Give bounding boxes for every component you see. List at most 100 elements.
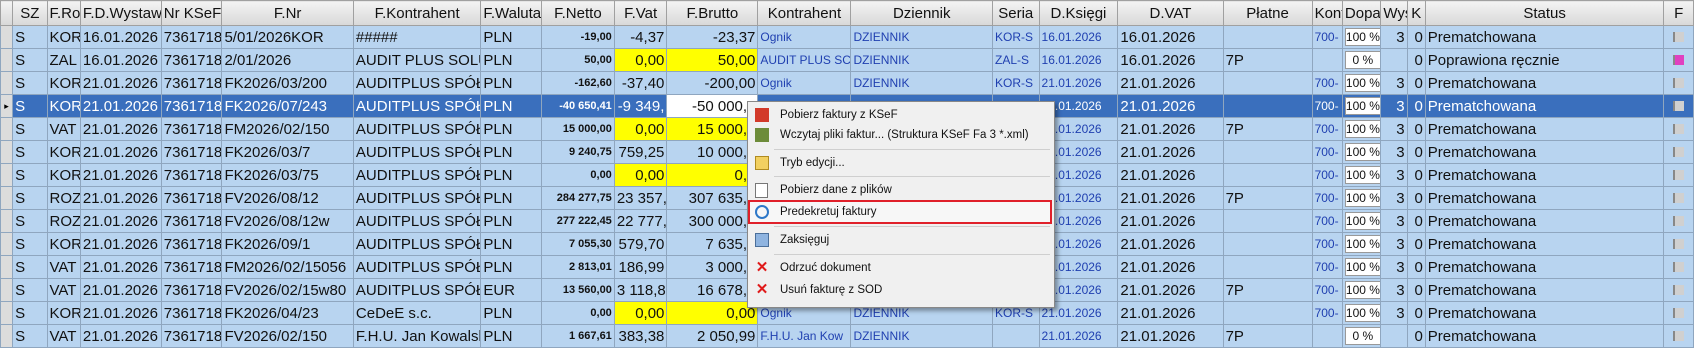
cell-vat-date: 21.01.2026 <box>1117 209 1224 233</box>
menu-item-predecree[interactable]: Predekretuj faktury <box>748 200 1052 224</box>
column-header[interactable]: D.VAT <box>1117 0 1224 26</box>
column-header[interactable]: Kontrahent <box>757 0 852 26</box>
cell-contractor: F.H.U. Jan Kowalsk <box>352 324 482 348</box>
match-pct-field[interactable]: 100 % <box>1344 281 1380 299</box>
cell-ksef-no: 73617185 <box>160 232 223 256</box>
column-header[interactable]: Płatne <box>1222 0 1313 26</box>
column-header[interactable]: F.Vat <box>613 0 668 26</box>
menu-item-fetch-files[interactable]: Pobierz dane z plików <box>750 180 1050 200</box>
column-header[interactable]: F.Rod <box>46 0 81 26</box>
cell-net: -19,00 <box>541 25 615 49</box>
column-header[interactable]: Kont <box>1311 0 1343 26</box>
flag-icon[interactable] <box>1673 54 1685 65</box>
column-header[interactable] <box>0 0 14 26</box>
flag-icon[interactable] <box>1673 238 1685 249</box>
cell-sz: S <box>12 48 48 72</box>
row-indicator[interactable] <box>0 232 14 256</box>
cell-flag <box>1663 232 1694 256</box>
table-row[interactable]: SKOR21.01.202673617185FK2026/03/200AUDIT… <box>0 71 1694 95</box>
column-header[interactable]: Seria <box>992 0 1040 26</box>
column-header[interactable]: Wys <box>1380 0 1408 26</box>
cell-issue-date: 21.01.2026 <box>79 163 162 187</box>
cell-payment <box>1222 232 1313 256</box>
match-pct-field[interactable]: 100 % <box>1344 166 1380 184</box>
cell-journal: DZIENNIK <box>850 48 994 72</box>
flag-icon[interactable] <box>1673 100 1685 111</box>
column-header[interactable]: D.Księgi <box>1038 0 1119 26</box>
row-indicator[interactable] <box>0 255 14 279</box>
menu-item-load-xml[interactable]: Wczytaj pliki faktur... (Struktura KSeF … <box>750 125 1050 145</box>
flag-icon[interactable] <box>1673 215 1685 226</box>
cell-flag <box>1663 117 1694 141</box>
match-pct-field[interactable]: 100 % <box>1344 304 1380 322</box>
menu-item-delete[interactable]: ✕ Usuń fakturę z SOD <box>750 280 1050 300</box>
cell-account: 700- <box>1311 94 1343 118</box>
row-indicator[interactable] <box>0 48 14 72</box>
match-pct-field[interactable]: 0 % <box>1344 51 1380 69</box>
column-header[interactable]: Nr KSeF <box>160 0 223 26</box>
table-row[interactable]: SVAT21.01.202673617185FV2026/02/150F.H.U… <box>0 324 1694 348</box>
column-header[interactable]: Dziennik <box>850 0 994 26</box>
menu-item-fetch-ksef[interactable]: Pobierz faktury z KSeF <box>750 105 1050 125</box>
match-pct-field[interactable]: 100 % <box>1344 212 1380 230</box>
cell-status: Prematchowana <box>1424 232 1665 256</box>
row-indicator[interactable] <box>0 140 14 164</box>
flag-icon[interactable] <box>1673 192 1685 203</box>
column-header[interactable]: F.Brutto <box>666 0 759 26</box>
match-pct-field[interactable]: 0 % <box>1344 327 1380 345</box>
cell-vat-date: 16.01.2026 <box>1117 25 1224 49</box>
row-indicator[interactable] <box>0 301 14 325</box>
cell-ksef-no: 73617185 <box>160 163 223 187</box>
flag-icon[interactable] <box>1673 307 1685 318</box>
flag-icon[interactable] <box>1673 330 1685 341</box>
column-header[interactable]: F.Kontrahent <box>352 0 482 26</box>
match-pct-field[interactable]: 100 % <box>1344 120 1380 138</box>
match-pct-field[interactable]: 100 % <box>1344 258 1380 276</box>
row-indicator[interactable] <box>0 209 14 233</box>
column-header[interactable]: Status <box>1424 0 1665 26</box>
menu-item-edit-mode[interactable]: Tryb edycji... <box>750 153 1050 173</box>
row-indicator[interactable] <box>0 163 14 187</box>
row-indicator[interactable] <box>0 25 14 49</box>
match-pct-field[interactable]: 100 % <box>1344 235 1380 253</box>
column-header[interactable]: Dopa <box>1341 0 1382 26</box>
cell-ksef-no: 73617185 <box>160 71 223 95</box>
cell-payment <box>1222 301 1313 325</box>
row-indicator[interactable]: ▸ <box>0 94 14 118</box>
match-pct-field[interactable]: 100 % <box>1344 28 1380 46</box>
menu-item-post[interactable]: Zaksięguj <box>750 230 1050 250</box>
match-pct-field[interactable]: 100 % <box>1344 143 1380 161</box>
row-indicator[interactable] <box>0 117 14 141</box>
column-header[interactable]: SZ <box>12 0 48 26</box>
column-header[interactable]: F.D.Wystaw <box>79 0 162 26</box>
row-indicator[interactable] <box>0 324 14 348</box>
cell-vat: 0,00 <box>613 301 668 325</box>
column-header[interactable]: F.Waluta <box>480 0 542 26</box>
column-header[interactable]: F <box>1663 0 1694 26</box>
column-header[interactable]: K <box>1406 0 1426 26</box>
column-header[interactable]: F.Nr <box>221 0 354 26</box>
flag-icon[interactable] <box>1673 169 1685 180</box>
flag-icon[interactable] <box>1673 261 1685 272</box>
table-row[interactable]: SZAL16.01.2026736171852/01/2026AUDIT PLU… <box>0 48 1694 72</box>
cell-match-pct: 100 % <box>1341 71 1382 95</box>
flag-icon[interactable] <box>1673 77 1685 88</box>
cell-invoice-no: FK2026/04/23 <box>221 301 354 325</box>
cell-contractor: CeDeE s.c. <box>352 301 482 325</box>
cell-vat-date: 21.01.2026 <box>1117 117 1224 141</box>
menu-item-reject[interactable]: ✕ Odrzuć dokument <box>750 258 1050 278</box>
table-row[interactable]: SKOR16.01.2026736171855/01/2026KOR#####P… <box>0 25 1694 49</box>
flag-icon[interactable] <box>1673 31 1685 42</box>
match-pct-field[interactable]: 100 % <box>1344 189 1380 207</box>
flag-icon[interactable] <box>1673 284 1685 295</box>
match-pct-field[interactable]: 100 % <box>1344 97 1380 115</box>
row-indicator[interactable] <box>0 186 14 210</box>
row-indicator[interactable] <box>0 278 14 302</box>
row-indicator[interactable] <box>0 71 14 95</box>
cell-net: 7 055,30 <box>541 232 615 256</box>
flag-icon[interactable] <box>1673 146 1685 157</box>
flag-icon[interactable] <box>1673 123 1685 134</box>
cell-account: 700- <box>1311 301 1343 325</box>
match-pct-field[interactable]: 100 % <box>1344 74 1380 92</box>
column-header[interactable]: F.Netto <box>541 0 615 26</box>
